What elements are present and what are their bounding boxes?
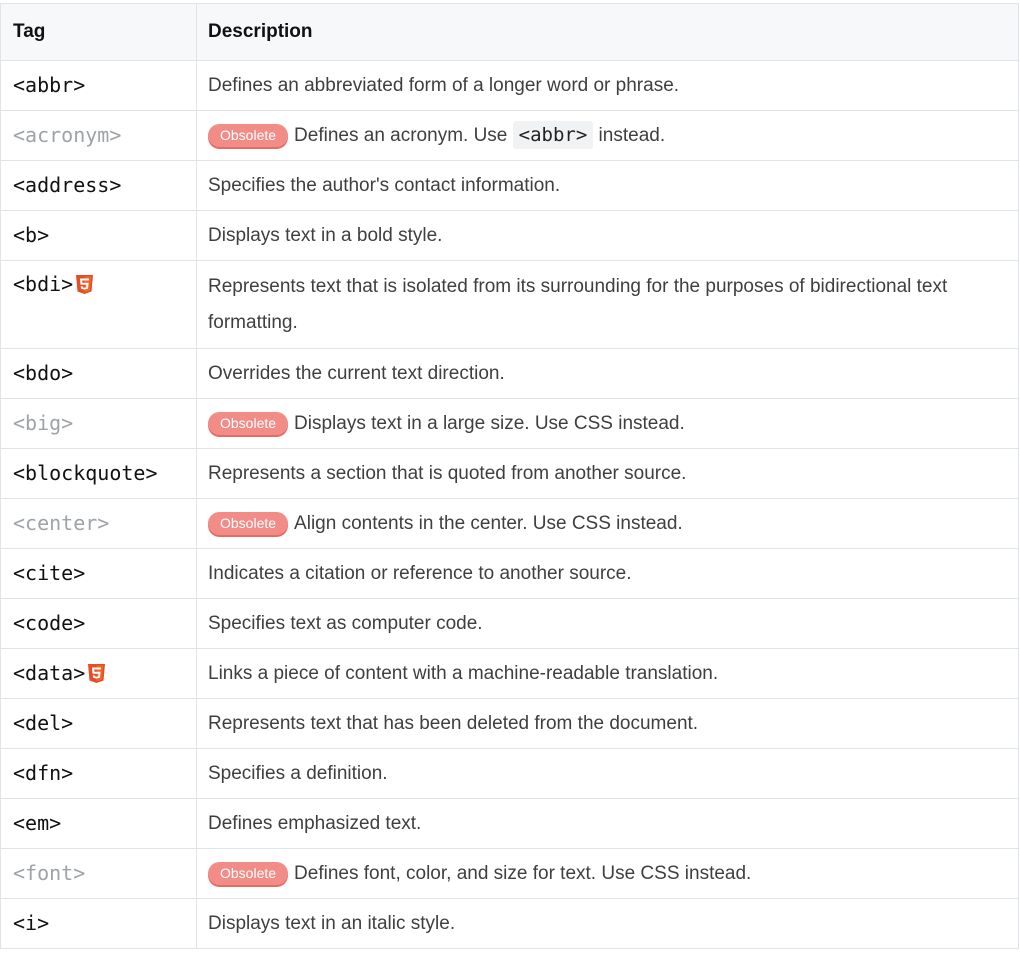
tag-name-obsolete[interactable]: <big> bbox=[13, 411, 73, 435]
tag-cell: <big> bbox=[0, 398, 197, 449]
description-cell: Specifies the author's contact informati… bbox=[196, 160, 1019, 211]
tag-cell: <del> bbox=[0, 698, 197, 749]
tag-cell: <address> bbox=[0, 160, 197, 211]
tag-cell: <center> bbox=[0, 498, 197, 549]
html5-icon bbox=[88, 664, 106, 683]
description-text: instead. bbox=[593, 125, 666, 146]
header-tag: Tag bbox=[0, 3, 197, 61]
tag-name[interactable]: <blockquote> bbox=[13, 461, 158, 485]
tag-cell: <bdi> bbox=[0, 260, 197, 349]
tag-name-obsolete[interactable]: <font> bbox=[13, 861, 85, 885]
description-text: Defines font, color, and size for text. … bbox=[294, 863, 752, 884]
tag-cell: <acronym> bbox=[0, 110, 197, 161]
obsolete-badge: Obsolete bbox=[208, 124, 289, 147]
description-cell: Indicates a citation or reference to ano… bbox=[196, 548, 1019, 599]
tag-cell: <code> bbox=[0, 598, 197, 649]
description-cell: Obsolete Defines an acronym. Use <abbr> i… bbox=[196, 110, 1019, 161]
table-row: <font> Obsolete Defines font, color, and … bbox=[0, 848, 1019, 899]
table-row: <blockquote> Represents a section that i… bbox=[0, 448, 1019, 499]
description-text: Displays text in a large size. Use CSS i… bbox=[294, 413, 685, 434]
header-description: Description bbox=[196, 3, 1019, 61]
table-row: <em> Defines emphasized text. bbox=[0, 798, 1019, 849]
description-cell: Links a piece of content with a machine-… bbox=[196, 648, 1019, 699]
table-row: <acronym> Obsolete Defines an acronym. Us… bbox=[0, 110, 1019, 161]
inline-code: <abbr> bbox=[512, 121, 594, 149]
description-text: Defines an acronym. Use bbox=[294, 125, 513, 146]
table-row: <data> Links a piece of content with a m… bbox=[0, 648, 1019, 699]
description-cell: Overrides the current text direction. bbox=[196, 348, 1019, 399]
tag-name[interactable]: <bdi> bbox=[13, 272, 73, 296]
tag-cell: <abbr> bbox=[0, 60, 197, 111]
table-row: <cite> Indicates a citation or reference… bbox=[0, 548, 1019, 599]
table-row: <address> Specifies the author's contact… bbox=[0, 160, 1019, 211]
description-cell: Obsolete Displays text in a large size. U… bbox=[196, 398, 1019, 449]
obsolete-badge: Obsolete bbox=[208, 512, 289, 535]
tag-name[interactable]: <em> bbox=[13, 811, 61, 835]
tag-cell: <data> bbox=[0, 648, 197, 699]
description-cell: Obsolete Align contents in the center. Us… bbox=[196, 498, 1019, 549]
table-row: <bdi> Represents text that is isolated f… bbox=[0, 260, 1019, 349]
tag-cell: <bdo> bbox=[0, 348, 197, 399]
description-cell: Represents text that is isolated from it… bbox=[196, 260, 1019, 349]
table-row: <b> Displays text in a bold style. bbox=[0, 210, 1019, 261]
tag-cell: <dfn> bbox=[0, 748, 197, 799]
tag-name[interactable]: <del> bbox=[13, 711, 73, 735]
table-row: <big> Obsolete Displays text in a large s… bbox=[0, 398, 1019, 449]
table-row: <dfn> Specifies a definition. bbox=[0, 748, 1019, 799]
table-row: <code> Specifies text as computer code. bbox=[0, 598, 1019, 649]
tag-name-obsolete[interactable]: <acronym> bbox=[13, 123, 121, 147]
description-cell: Displays text in an italic style. bbox=[196, 898, 1019, 949]
table-header-row: Tag Description bbox=[0, 3, 1019, 61]
tag-cell: <blockquote> bbox=[0, 448, 197, 499]
description-cell: Defines an abbreviated form of a longer … bbox=[196, 60, 1019, 111]
tag-name[interactable]: <data> bbox=[13, 661, 85, 685]
tag-cell: <b> bbox=[0, 210, 197, 261]
table-row: <bdo> Overrides the current text directi… bbox=[0, 348, 1019, 399]
tag-cell: <em> bbox=[0, 798, 197, 849]
tag-name-obsolete[interactable]: <center> bbox=[13, 511, 109, 535]
table-row: <center> Obsolete Align contents in the c… bbox=[0, 498, 1019, 549]
tag-name[interactable]: <abbr> bbox=[13, 73, 85, 97]
tag-name[interactable]: <i> bbox=[13, 911, 49, 935]
description-cell: Displays text in a bold style. bbox=[196, 210, 1019, 261]
html5-icon bbox=[76, 275, 94, 294]
obsolete-badge: Obsolete bbox=[208, 862, 289, 885]
tag-name[interactable]: <cite> bbox=[13, 561, 85, 585]
obsolete-badge: Obsolete bbox=[208, 412, 289, 435]
tag-name[interactable]: <address> bbox=[13, 173, 121, 197]
description-cell: Defines emphasized text. bbox=[196, 798, 1019, 849]
description-text: Align contents in the center. Use CSS in… bbox=[294, 513, 683, 534]
html-tags-reference-table: Tag Description <abbr> Defines an abbrev… bbox=[0, 3, 1019, 949]
table-row: <i> Displays text in an italic style. bbox=[0, 898, 1019, 949]
description-cell: Obsolete Defines font, color, and size fo… bbox=[196, 848, 1019, 899]
tag-cell: <font> bbox=[0, 848, 197, 899]
description-cell: Specifies a definition. bbox=[196, 748, 1019, 799]
description-cell: Represents text that has been deleted fr… bbox=[196, 698, 1019, 749]
description-cell: Specifies text as computer code. bbox=[196, 598, 1019, 649]
description-cell: Represents a section that is quoted from… bbox=[196, 448, 1019, 499]
tag-name[interactable]: <b> bbox=[13, 223, 49, 247]
table-row: <abbr> Defines an abbreviated form of a … bbox=[0, 60, 1019, 111]
table-row: <del> Represents text that has been dele… bbox=[0, 698, 1019, 749]
tag-cell: <cite> bbox=[0, 548, 197, 599]
tag-cell: <i> bbox=[0, 898, 197, 949]
tag-name[interactable]: <dfn> bbox=[13, 761, 73, 785]
tag-name[interactable]: <bdo> bbox=[13, 361, 73, 385]
tag-name[interactable]: <code> bbox=[13, 611, 85, 635]
